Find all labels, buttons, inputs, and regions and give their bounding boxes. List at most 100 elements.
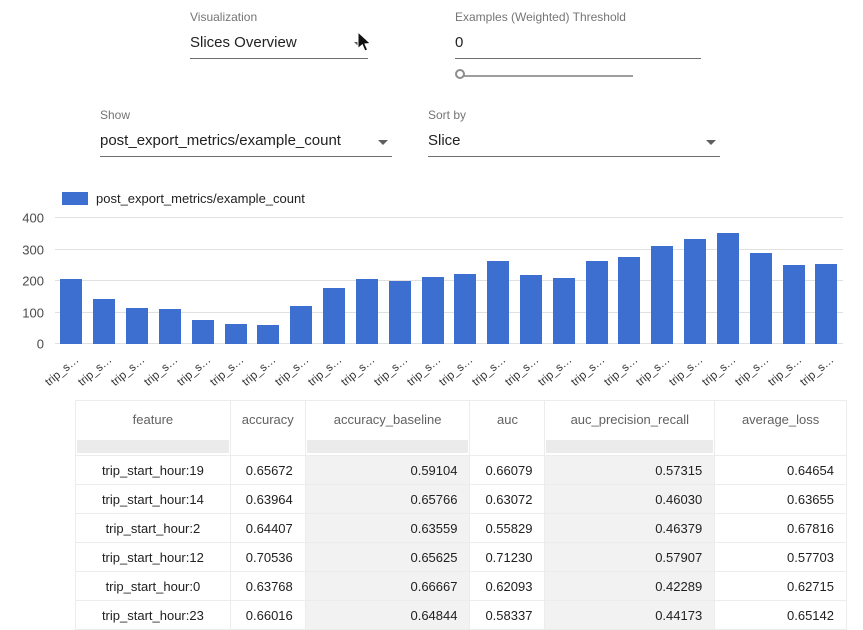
threshold-input[interactable] — [455, 31, 701, 59]
threshold-control: Examples (Weighted) Threshold — [455, 10, 701, 59]
metric-cell: 0.64844 — [305, 601, 470, 630]
metric-cell: 0.64407 — [230, 514, 305, 543]
y-tick-label: 100 — [22, 305, 44, 320]
bar-slot — [285, 218, 318, 344]
bar[interactable] — [684, 239, 706, 344]
column-header[interactable]: auc — [470, 401, 545, 439]
visualization-control: Visualization Slices Overview — [190, 10, 368, 59]
column-header[interactable]: accuracy — [230, 401, 305, 439]
column-header[interactable]: auc_precision_recall — [545, 401, 715, 439]
metric-cell: 0.66079 — [470, 456, 545, 485]
table-row[interactable]: trip_start_hour:20.644070.635590.558290.… — [76, 514, 847, 543]
bar-slot — [88, 218, 121, 344]
bar[interactable] — [454, 274, 476, 344]
threshold-label: Examples (Weighted) Threshold — [455, 10, 701, 24]
chevron-down-icon[interactable] — [354, 42, 364, 47]
visualization-value: Slices Overview — [190, 34, 297, 51]
bar[interactable] — [389, 281, 411, 344]
bar[interactable] — [750, 253, 772, 344]
visualization-label: Visualization — [190, 10, 368, 24]
metric-cell: 0.46379 — [545, 514, 715, 543]
metrics-table-head: featureaccuracyaccuracy_baselineaucauc_p… — [76, 401, 847, 456]
sort-by-dropdown[interactable]: Slice — [428, 129, 720, 157]
bar[interactable] — [651, 246, 673, 344]
column-header[interactable]: feature — [76, 401, 231, 439]
filter-box[interactable] — [77, 440, 229, 453]
header-row: featureaccuracyaccuracy_baselineaucauc_p… — [76, 401, 847, 439]
metric-cell: 0.63655 — [715, 485, 847, 514]
table-row[interactable]: trip_start_hour:140.639640.657660.630720… — [76, 485, 847, 514]
table-row[interactable]: trip_start_hour:00.637680.666670.620930.… — [76, 572, 847, 601]
bar[interactable] — [93, 299, 115, 344]
metrics-table: featureaccuracyaccuracy_baselineaucauc_p… — [75, 400, 847, 630]
filter-box[interactable] — [232, 440, 304, 453]
bar[interactable] — [422, 277, 444, 344]
bar[interactable] — [356, 279, 378, 344]
filter-box[interactable] — [471, 440, 543, 453]
show-value: post_export_metrics/example_count — [100, 132, 341, 149]
metric-cell: 0.58337 — [470, 601, 545, 630]
bar[interactable] — [815, 264, 837, 344]
bar[interactable] — [225, 324, 247, 344]
bar[interactable] — [520, 275, 542, 344]
bar[interactable] — [783, 265, 805, 344]
bar[interactable] — [717, 233, 739, 344]
metric-cell: 0.63768 — [230, 572, 305, 601]
bar[interactable] — [586, 261, 608, 344]
metric-cell: 0.63072 — [470, 485, 545, 514]
bar-slot — [219, 218, 252, 344]
show-dropdown[interactable]: post_export_metrics/example_count — [100, 129, 392, 157]
metric-cell: 0.64654 — [715, 456, 847, 485]
feature-cell: trip_start_hour:19 — [76, 456, 231, 485]
metric-cell: 0.66667 — [305, 572, 470, 601]
chevron-down-icon[interactable] — [706, 140, 716, 145]
legend-label: post_export_metrics/example_count — [96, 191, 305, 206]
bar-slot — [777, 218, 810, 344]
metric-cell: 0.62093 — [470, 572, 545, 601]
bar[interactable] — [553, 278, 575, 344]
bar[interactable] — [60, 279, 82, 344]
metric-cell: 0.70536 — [230, 543, 305, 572]
bar-slot — [153, 218, 186, 344]
bar[interactable] — [257, 325, 279, 344]
bar[interactable] — [487, 261, 509, 344]
bar-chart: 0100200300400 trip_s…trip_s…trip_s…trip_… — [0, 212, 863, 388]
metric-cell: 0.66016 — [230, 601, 305, 630]
bar-slot — [613, 218, 646, 344]
bar-slot — [580, 218, 613, 344]
visualization-dropdown[interactable]: Slices Overview — [190, 31, 368, 59]
bar[interactable] — [323, 288, 345, 344]
table-row[interactable]: trip_start_hour:120.705360.656250.712300… — [76, 543, 847, 572]
feature-cell: trip_start_hour:14 — [76, 485, 231, 514]
bar[interactable] — [192, 320, 214, 344]
table-row[interactable]: trip_start_hour:230.660160.648440.583370… — [76, 601, 847, 630]
feature-cell: trip_start_hour:23 — [76, 601, 231, 630]
bar[interactable] — [290, 306, 312, 344]
bar-slot — [449, 218, 482, 344]
metric-cell: 0.42289 — [545, 572, 715, 601]
column-header[interactable]: average_loss — [715, 401, 847, 439]
column-header[interactable]: accuracy_baseline — [305, 401, 470, 439]
chart-legend: post_export_metrics/example_count — [62, 191, 305, 206]
filter-box[interactable] — [307, 440, 469, 453]
bar-slot — [318, 218, 351, 344]
bar[interactable] — [126, 308, 148, 344]
metric-cell: 0.62715 — [715, 572, 847, 601]
bar-slot — [252, 218, 285, 344]
bar[interactable] — [159, 309, 181, 344]
threshold-slider[interactable] — [455, 68, 633, 84]
metric-cell: 0.65625 — [305, 543, 470, 572]
chevron-down-icon[interactable] — [378, 140, 388, 145]
bar[interactable] — [618, 257, 640, 344]
slider-thumb-icon[interactable] — [455, 69, 465, 79]
metric-cell: 0.65766 — [305, 485, 470, 514]
metric-cell: 0.57703 — [715, 543, 847, 572]
feature-cell: trip_start_hour:2 — [76, 514, 231, 543]
filter-box[interactable] — [546, 440, 713, 453]
metric-cell: 0.55829 — [470, 514, 545, 543]
slider-track[interactable] — [461, 75, 633, 77]
table-row[interactable]: trip_start_hour:190.656720.591040.660790… — [76, 456, 847, 485]
metric-cell: 0.57907 — [545, 543, 715, 572]
bar-slot — [547, 218, 580, 344]
filter-box[interactable] — [716, 440, 845, 453]
